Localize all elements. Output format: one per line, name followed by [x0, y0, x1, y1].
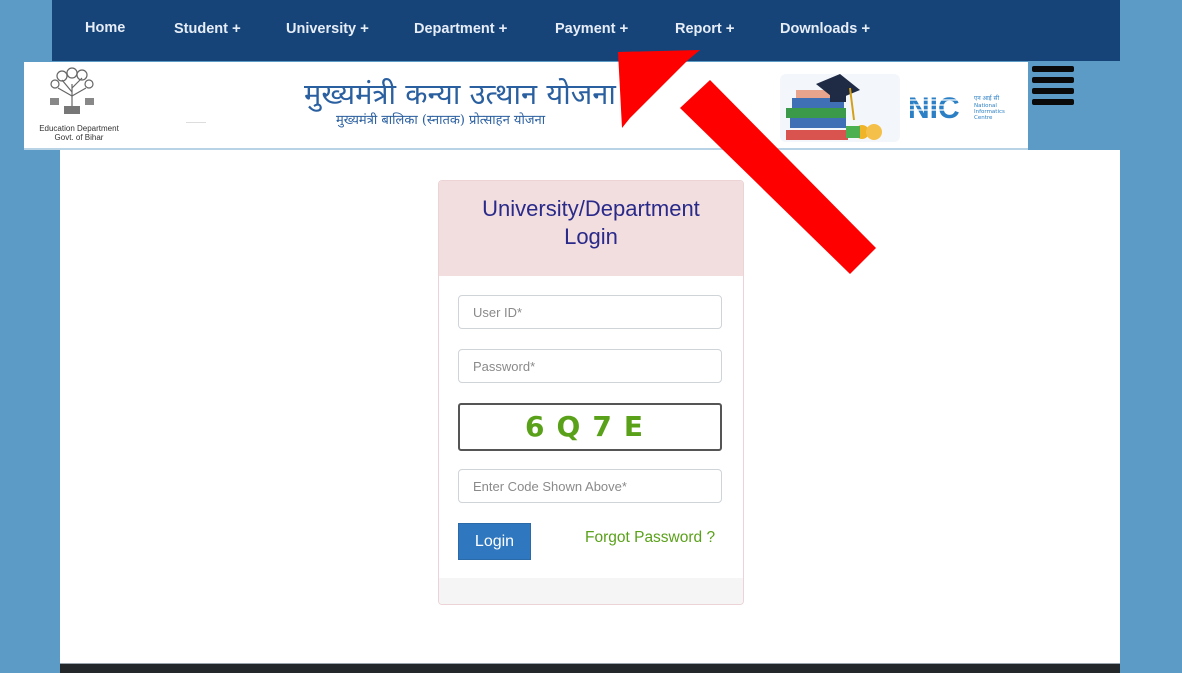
- password-input[interactable]: [458, 349, 722, 383]
- plus-icon: +: [619, 20, 629, 37]
- nav-item-label: Payment: [555, 21, 616, 37]
- nav-item-student[interactable]: Student +: [174, 20, 241, 37]
- nav-item-home[interactable]: Home: [85, 20, 125, 36]
- scheme-subtitle: मुख्यमंत्री बालिका (स्नातक) प्रोत्साहन य…: [336, 113, 546, 128]
- plus-icon: +: [498, 20, 508, 37]
- nav-item-department[interactable]: Department +: [414, 20, 507, 37]
- nav-item-label: Department: [414, 21, 495, 37]
- login-card-header: University/Department Login: [439, 181, 743, 276]
- emblem-caption-line1: Education Department: [39, 124, 119, 133]
- nav-item-label: Report: [675, 21, 722, 37]
- plus-icon: +: [725, 20, 735, 37]
- plus-icon: +: [360, 20, 369, 37]
- scheme-title: मुख्यमंत्री कन्या उत्थान योजना: [304, 77, 616, 111]
- login-button[interactable]: Login: [458, 523, 531, 560]
- emblem-caption-line2: Govt. of Bihar: [54, 133, 104, 142]
- nav-item-label: Student: [174, 21, 228, 37]
- nic-logo-text: NIC: [908, 92, 960, 125]
- plus-icon: +: [231, 20, 241, 37]
- nic-logo-icon: NIC एन आई सी National Informatics Centre: [908, 92, 1005, 125]
- nic-caption-hindi: एन आई सी: [974, 94, 1000, 102]
- hamburger-bar: [1032, 99, 1074, 105]
- captcha-image: 6Q7E: [458, 403, 722, 451]
- bihar-emblem-icon: [50, 67, 94, 114]
- login-card-footer: [439, 578, 743, 604]
- login-title-line2: Login: [564, 224, 618, 249]
- nic-caption-line: Centre: [974, 115, 993, 121]
- plus-icon: +: [861, 20, 871, 37]
- nav-item-label: Downloads: [780, 21, 858, 37]
- hamburger-menu-icon[interactable]: [1032, 66, 1074, 108]
- nav-item-report[interactable]: Report +: [675, 20, 735, 37]
- books-graduation-cap-icon: [780, 74, 900, 142]
- login-card: University/Department Login 6Q7E Login F…: [438, 180, 744, 605]
- hamburger-bar: [1032, 66, 1074, 72]
- hamburger-bar: [1032, 88, 1074, 94]
- emblem-caption: Education Department Govt. of Bihar: [24, 124, 134, 142]
- hamburger-bar: [1032, 77, 1074, 83]
- forgot-password-link[interactable]: Forgot Password ?: [585, 529, 715, 547]
- login-title-line1: University/Department: [482, 196, 700, 221]
- nav-item-label: Home: [85, 20, 126, 36]
- top-navigation-bar: Home Student + University + Department + Pa…: [52, 0, 1120, 61]
- divider: [186, 122, 206, 123]
- nav-item-downloads[interactable]: Downloads +: [780, 20, 870, 37]
- captcha-input[interactable]: [458, 469, 722, 503]
- nav-item-payment[interactable]: Payment +: [555, 20, 628, 37]
- nav-item-university[interactable]: University +: [286, 20, 369, 37]
- nav-item-label: University: [286, 21, 357, 37]
- header-banner: Education Department Govt. of Bihar मुख्…: [24, 62, 1028, 150]
- user-id-input[interactable]: [458, 295, 722, 329]
